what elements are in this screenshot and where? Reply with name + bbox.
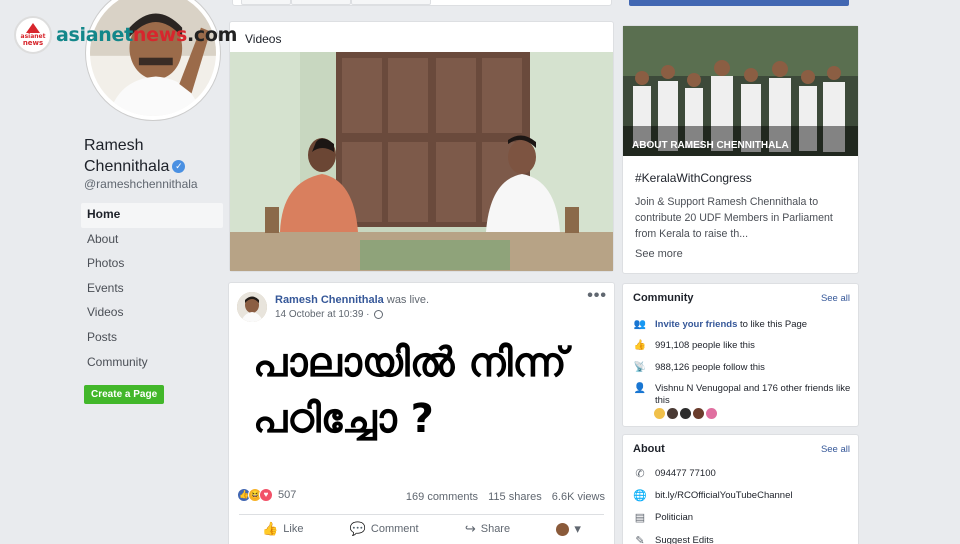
community-card: Community See all 👥 Invite your friends … <box>622 283 859 427</box>
post-author-line: Ramesh Chennithala was live. <box>275 294 429 306</box>
views-count: 6.6K views <box>551 491 605 503</box>
watermark-text: asianetnews.com <box>56 24 238 46</box>
post-actions: 👍 Like 💬 Comment ↪ Share ▾ <box>239 521 604 537</box>
like-button[interactable]: 👍 Like <box>262 521 303 537</box>
post-body-text: പാലായിൽ നിന്ന് പഠിച്ചോ ? <box>253 340 567 442</box>
about-cover-caption: ABOUT RAMESH CHENNITHALA <box>632 140 789 151</box>
phone-icon: ✆ <box>635 468 645 480</box>
friend-avatar[interactable] <box>693 408 704 419</box>
friend-avatars[interactable] <box>654 408 717 419</box>
comment-icon: 💬 <box>349 521 366 536</box>
comment-button[interactable]: 💬 Comment <box>350 521 419 537</box>
suggest-edits-row[interactable]: ✎ Suggest Edits <box>633 534 713 544</box>
community-title: Community <box>633 292 694 304</box>
reaction-count: 507 <box>278 489 297 501</box>
friends-icon: 👤 <box>633 383 647 394</box>
asianet-news-watermark: asianet news asianetnews.com <box>14 16 237 54</box>
likes-row: 👍 991,108 people like this <box>633 340 755 351</box>
invite-people-icon: 👥 <box>633 319 647 330</box>
about-hero-card: ABOUT RAMESH CHENNITHALA #KeralaWithCong… <box>622 25 859 274</box>
more-options-icon[interactable]: ••• <box>587 287 607 305</box>
website-row[interactable]: 🌐 bit.ly/RCOfficialYouTubeChannel <box>633 489 792 502</box>
asianet-logo-icon: asianet news <box>14 16 52 54</box>
share-icon: ↪ <box>464 521 476 536</box>
invite-friends-row: 👥 Invite your friends to like this Page <box>633 319 808 330</box>
create-page-button[interactable]: Create a Page <box>84 385 165 404</box>
featured-video[interactable] <box>230 52 613 271</box>
follow-icon: 📡 <box>633 362 647 373</box>
post-stats: 169 comments 115 shares 6.6K views <box>399 491 605 503</box>
nav-item-community[interactable]: Community <box>81 351 223 376</box>
friend-avatar[interactable] <box>654 408 665 419</box>
nav-item-videos[interactable]: Videos <box>81 301 223 326</box>
divider <box>239 514 604 515</box>
post-status: was live. <box>386 294 430 306</box>
comments-count[interactable]: 169 comments <box>406 491 478 503</box>
nav-item-about[interactable]: About <box>81 228 223 253</box>
friend-avatar[interactable] <box>706 408 717 419</box>
post-author-name[interactable]: Ramesh Chennithala <box>275 294 384 306</box>
follows-row: 📡 988,126 people follow this <box>633 362 765 373</box>
page-title[interactable]: Ramesh Chennithala ✓ <box>84 135 224 177</box>
love-reaction-icon: ♥ <box>259 488 273 502</box>
page-handle[interactable]: @rameshchennithala <box>84 177 198 191</box>
community-see-all-link[interactable]: See all <box>821 293 850 304</box>
nav-item-posts[interactable]: Posts <box>81 326 223 351</box>
videos-heading[interactable]: Videos <box>245 32 281 46</box>
verified-badge-icon: ✓ <box>172 160 186 174</box>
about-description: Join & Support Ramesh Chennithala to con… <box>635 196 833 240</box>
phone-row[interactable]: ✆ 094477 77100 <box>633 467 715 480</box>
nav-item-events[interactable]: Events <box>81 277 223 302</box>
friends-like-row: 👤 Vishnu N Venugopal and 176 other frien… <box>633 383 855 407</box>
thumbs-up-icon: 👍 <box>262 521 279 536</box>
friend-avatar[interactable] <box>680 408 691 419</box>
videos-card: Videos <box>229 21 614 272</box>
thumbs-up-icon: 👍 <box>633 340 647 351</box>
user-avatar-icon <box>556 522 570 536</box>
about-card: About See all ✆ 094477 77100 🌐 bit.ly/RC… <box>622 434 859 544</box>
learn-more-button[interactable] <box>629 0 849 6</box>
chevron-down-icon: ▾ <box>574 521 581 536</box>
category-row[interactable]: ▤ Politician <box>633 511 693 524</box>
about-cover-image[interactable] <box>623 26 858 156</box>
nav-item-photos[interactable]: Photos <box>81 252 223 277</box>
globe-icon: 🌐 <box>633 490 647 502</box>
friend-avatar[interactable] <box>667 408 678 419</box>
reactions-summary[interactable]: 👍 😆 ♥ 507 <box>237 488 296 502</box>
friends-like-text[interactable]: Vishnu N Venugopal and 176 other friends… <box>655 383 855 407</box>
invite-friends-link[interactable]: Invite your friends <box>655 319 737 330</box>
about-hashtag[interactable]: #KeralaWithCongress <box>635 171 752 185</box>
page-nav: Home About Photos Events Videos Posts Co… <box>81 203 223 375</box>
about-title: About <box>633 443 665 455</box>
share-button[interactable]: ↪ Share <box>465 521 510 537</box>
live-post: Ramesh Chennithala was live. 14 October … <box>228 282 615 544</box>
post-author-avatar[interactable] <box>237 292 267 322</box>
see-more-link[interactable]: See more <box>635 248 683 260</box>
globe-icon <box>374 309 384 319</box>
pencil-icon: ✎ <box>635 535 645 544</box>
reaction-selector[interactable]: ▾ <box>556 521 581 537</box>
nav-item-home[interactable]: Home <box>81 203 223 228</box>
category-icon: ▤ <box>634 512 646 524</box>
toolbar-strip <box>232 0 612 6</box>
about-see-all-link[interactable]: See all <box>821 444 850 455</box>
shares-count[interactable]: 115 shares <box>488 491 542 503</box>
post-timestamp[interactable]: 14 October at 10:39 · <box>275 309 384 320</box>
